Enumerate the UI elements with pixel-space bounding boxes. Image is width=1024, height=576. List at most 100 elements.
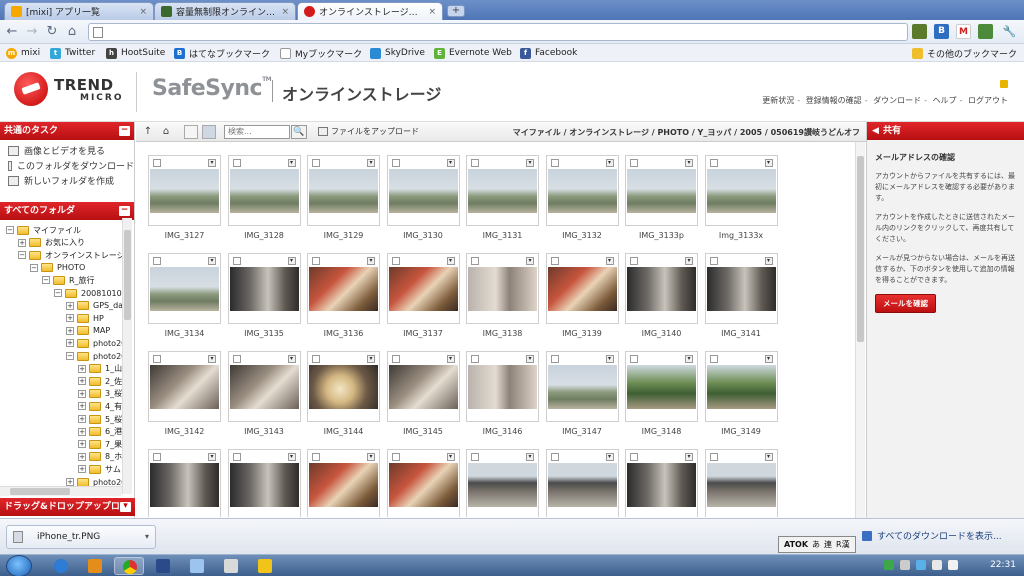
thumbnail-filename[interactable]: IMG_3145 — [387, 427, 460, 436]
taskbar-ie[interactable] — [46, 557, 76, 575]
thumbnail-frame[interactable]: ▾ — [307, 449, 380, 517]
chevron-down-icon[interactable]: ▾ — [367, 257, 375, 265]
expand-icon[interactable]: + — [66, 339, 74, 348]
photo-thumbnail[interactable] — [388, 169, 458, 213]
thumbnail-frame[interactable]: ▾ — [386, 351, 460, 422]
tree-horizontal-scrollbar[interactable] — [0, 486, 122, 496]
tree-node[interactable]: +7_果 — [78, 438, 122, 450]
thumbnail-item[interactable]: ▾ IMG_3135 — [227, 253, 301, 343]
chevron-down-icon[interactable]: ▾ — [764, 453, 773, 461]
photo-thumbnail[interactable] — [150, 365, 219, 409]
collapse-icon[interactable]: − — [54, 289, 62, 297]
start-button[interactable] — [6, 555, 32, 576]
expand-icon[interactable]: + — [78, 440, 86, 449]
expand-icon[interactable]: ▾ — [120, 502, 131, 512]
thumbnail-filename[interactable]: IMG_3147 — [546, 427, 619, 436]
thumbnail-item[interactable]: ▾ Img_3133x — [704, 155, 778, 245]
select-checkbox[interactable] — [550, 453, 559, 461]
chevron-down-icon[interactable]: ▾ — [145, 532, 149, 541]
photo-thumbnail[interactable] — [229, 463, 299, 507]
bookmark-hootsuite[interactable]: h HootSuite — [106, 46, 165, 60]
collapse-icon[interactable]: − — [119, 206, 130, 216]
dnd-upload-header[interactable]: ドラッグ&ドロップアップロード ▾ — [0, 498, 135, 530]
network-icon[interactable] — [932, 560, 942, 570]
select-checkbox[interactable] — [391, 453, 400, 461]
collapse-icon[interactable]: − — [6, 226, 14, 234]
photo-thumbnail[interactable] — [547, 463, 617, 507]
tree-node[interactable]: + photo20 — [66, 337, 126, 349]
photo-thumbnail[interactable] — [150, 463, 219, 507]
thumbnail-item[interactable]: ▾ IMG_3128 — [227, 155, 301, 245]
expand-icon[interactable]: + — [66, 478, 74, 486]
select-checkbox[interactable] — [550, 257, 559, 265]
thumbnail-item[interactable]: ▾ — [307, 449, 380, 517]
photo-thumbnail[interactable] — [229, 267, 299, 311]
thumbnail-frame[interactable]: ▾ — [227, 253, 301, 324]
thumbnail-filename[interactable]: IMG_3132 — [546, 231, 619, 240]
thumbnail-frame[interactable]: ▾ — [148, 449, 221, 517]
expand-icon[interactable]: + — [78, 389, 86, 398]
chevron-down-icon[interactable]: ▾ — [287, 159, 296, 167]
collapse-icon[interactable]: − — [66, 352, 74, 360]
chevron-down-icon[interactable]: ▾ — [208, 159, 216, 167]
thumbnail-frame[interactable]: ▾ — [466, 449, 539, 517]
chevron-down-icon[interactable]: ▾ — [764, 257, 773, 265]
home-icon[interactable]: ⌂ — [160, 126, 172, 138]
task-download-folder[interactable]: このフォルダをダウンロード — [0, 158, 134, 173]
select-checkbox[interactable] — [630, 159, 638, 167]
thumbnail-frame[interactable]: ▾ — [704, 449, 778, 517]
tree-scrollbar[interactable] — [122, 218, 132, 494]
select-checkbox[interactable] — [709, 257, 718, 265]
thumbnail-frame[interactable]: ▾ — [466, 351, 539, 422]
task-new-folder[interactable]: 新しいフォルダを作成 — [0, 173, 134, 188]
thumbnail-filename[interactable]: IMG_3129 — [307, 231, 380, 240]
thumbnail-frame[interactable]: ▾ — [148, 253, 221, 324]
photo-thumbnail[interactable] — [706, 365, 776, 409]
forward-button[interactable]: → — [24, 24, 40, 40]
chevron-down-icon[interactable]: ▾ — [208, 257, 216, 265]
thumbnail-filename[interactable]: IMG_3128 — [228, 231, 301, 240]
bookmark-hatena[interactable]: B はてなブックマーク — [174, 46, 270, 60]
tree-node[interactable]: + HP — [66, 312, 104, 324]
select-checkbox[interactable] — [709, 355, 718, 363]
select-checkbox[interactable] — [232, 257, 241, 265]
thumbnail-item[interactable]: ▾ IMG_3145 — [386, 351, 460, 441]
select-checkbox[interactable] — [232, 453, 241, 461]
thumbnail-item[interactable]: ▾ IMG_3127 — [148, 155, 221, 245]
chevron-down-icon[interactable]: ▾ — [605, 257, 614, 265]
expand-icon[interactable]: + — [18, 238, 26, 247]
expand-icon[interactable]: + — [66, 301, 74, 310]
scroll-thumb[interactable] — [857, 156, 864, 342]
show-all-downloads[interactable]: すべてのダウンロードを表示... — [862, 529, 1002, 542]
thumbnail-filename[interactable]: IMG_3134 — [148, 329, 221, 338]
chevron-down-icon[interactable]: ▾ — [367, 355, 375, 363]
photo-thumbnail[interactable] — [229, 365, 299, 409]
thumbnail-frame[interactable]: ▾ — [625, 155, 698, 226]
photo-thumbnail[interactable] — [627, 267, 696, 311]
chevron-down-icon[interactable]: ▾ — [526, 159, 534, 167]
chevron-down-icon[interactable]: ▾ — [764, 159, 773, 167]
photo-thumbnail[interactable] — [150, 169, 219, 213]
bookmark-evernote[interactable]: E Evernote Web — [434, 46, 512, 60]
thumbnail-frame[interactable]: ▾ — [545, 155, 619, 226]
thumbnail-frame[interactable]: ▾ — [386, 449, 460, 517]
thumbnail-filename[interactable]: IMG_3149 — [705, 427, 778, 436]
thumbnail-item[interactable]: ▾ — [148, 449, 221, 517]
collapse-icon[interactable]: − — [30, 263, 38, 272]
photo-thumbnail[interactable] — [627, 463, 696, 507]
photo-thumbnail[interactable] — [150, 267, 219, 311]
tree-node[interactable]: − R_旅行 — [42, 274, 95, 286]
tree-node[interactable]: − PHOTO — [30, 262, 85, 274]
select-checkbox[interactable] — [312, 453, 320, 461]
chevron-down-icon[interactable]: ▾ — [605, 159, 614, 167]
scroll-thumb[interactable] — [10, 488, 70, 495]
thumbnail-filename[interactable]: IMG_3137 — [387, 329, 460, 338]
upload-file-button[interactable]: ファイルをアップロード — [318, 126, 419, 137]
other-bookmarks[interactable]: その他のブックマーク — [912, 46, 1017, 60]
thumbnail-item[interactable]: ▾ — [466, 449, 539, 517]
share-header[interactable]: ◀ 共有 — [867, 122, 1024, 140]
chevron-down-icon[interactable]: ▾ — [208, 453, 216, 461]
photo-thumbnail[interactable] — [547, 169, 617, 213]
tree-node[interactable]: +8_ホ — [78, 451, 122, 463]
photo-thumbnail[interactable] — [468, 463, 537, 507]
